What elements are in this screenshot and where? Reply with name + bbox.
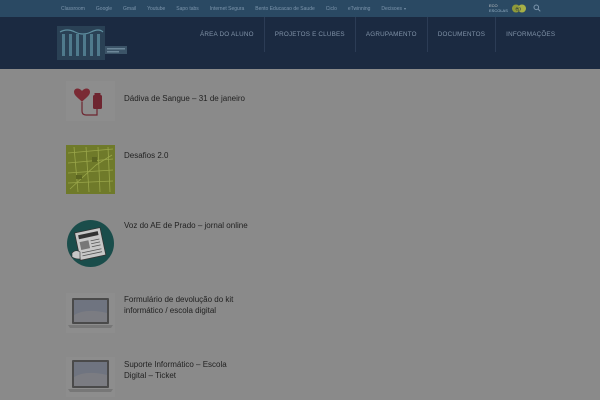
nav-area-do-aluno[interactable]: ÁREA DO ALUNO [190, 17, 264, 52]
toplink-google[interactable]: Google [96, 6, 112, 12]
main-nav: ÁREA DO ALUNO PROJETOS E CLUBES AGRUPAME… [190, 17, 565, 52]
search-icon[interactable] [533, 4, 541, 12]
toplink-etwinning[interactable]: eTwinning [348, 6, 371, 12]
toplink-internet-segura[interactable]: Internet Segura [210, 6, 244, 12]
post-title[interactable]: Formulário de devolução do kit informáti… [124, 295, 249, 316]
site-header: ÁREA DO ALUNO PROJETOS E CLUBES AGRUPAME… [0, 17, 600, 69]
school-logo[interactable] [57, 24, 129, 62]
svg-text:ep: ep [516, 6, 522, 12]
newspaper-icon[interactable] [66, 219, 115, 268]
eco-escolas-logo[interactable]: ECO ESCOLAS [489, 3, 511, 14]
toplink-classroom[interactable]: Classroom [61, 6, 85, 12]
laptop-image[interactable] [66, 293, 115, 333]
toplink-educacao-saude[interactable]: Bento Educacao de Saude [255, 6, 315, 12]
map-challenge-image[interactable] [66, 145, 115, 194]
toplink-youtube[interactable]: Youtube [147, 6, 165, 12]
post-title[interactable]: Voz do AE de Prado – jornal online [124, 221, 249, 232]
toplink-decisoes-label: Decisoes [381, 5, 402, 12]
partner-logo-line2: ESCOLAS [489, 8, 508, 13]
toplink-sapo[interactable]: Sapo tabs [176, 6, 199, 12]
toplink-ciclo[interactable]: Ciclo [326, 6, 337, 12]
top-links: Classroom Google Gmail Youtube Sapo tabs… [61, 0, 417, 17]
ep-logo-icon[interactable]: ep [512, 4, 527, 13]
nav-projetos-e-clubes[interactable]: PROJETOS E CLUBES [263, 17, 355, 52]
nav-agrupamento[interactable]: AGRUPAMENTO [354, 17, 427, 52]
toplink-gmail[interactable]: Gmail [123, 6, 136, 12]
toplink-decisoes[interactable]: Decisoes ▾ [381, 6, 406, 12]
post-title[interactable]: Desafios 2.0 [124, 151, 249, 162]
nav-informacoes[interactable]: INFORMAÇÕES [495, 17, 565, 52]
top-utility-bar: Classroom Google Gmail Youtube Sapo tabs… [0, 0, 600, 17]
blood-donation-icon[interactable] [66, 81, 115, 121]
post-title[interactable]: Suporte Informático – Escola Digital – T… [124, 360, 249, 381]
nav-documentos[interactable]: DOCUMENTOS [426, 17, 495, 52]
post-title[interactable]: Dádiva de Sangue – 31 de janeiro [124, 94, 249, 105]
chevron-down-icon: ▾ [403, 5, 406, 11]
laptop-image[interactable] [66, 357, 115, 397]
